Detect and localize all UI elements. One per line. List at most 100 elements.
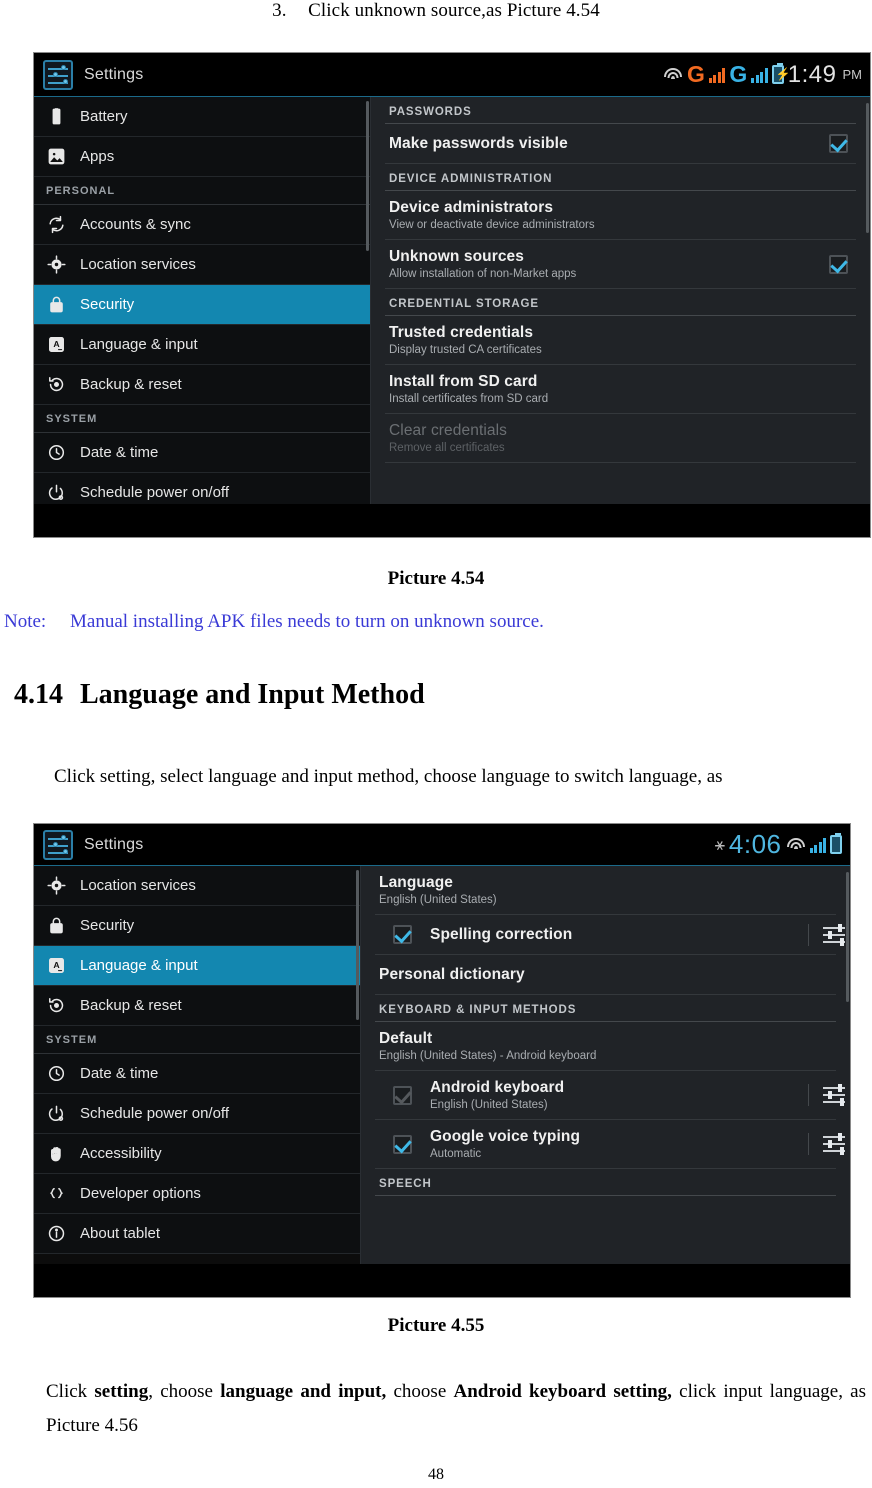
item-texts: Google voice typing Automatic — [430, 1128, 794, 1160]
item-title: Spelling correction — [430, 925, 573, 943]
sidebar-item-backup-reset[interactable]: Backup & reset — [34, 986, 360, 1026]
pane-scrollbar[interactable] — [846, 872, 849, 1002]
android-system-bar — [34, 1264, 850, 1297]
sidebar-item-language-input[interactable]: A Language & input — [34, 946, 360, 986]
app-title: Settings — [84, 65, 144, 83]
pane-section-header: KEYBOARD & INPUT METHODS — [375, 995, 836, 1022]
nav-scrollbar[interactable] — [356, 870, 359, 1020]
item-subtitle: English (United States) — [430, 1099, 548, 1111]
caption-picture-4-54: Picture 4.54 — [387, 568, 485, 589]
sidebar-item-location-services[interactable]: Location services — [34, 245, 370, 285]
settings-nav-list[interactable]: Battery Apps PERSONAL Accounts & sync Locati… — [34, 97, 371, 506]
sidebar-item-security[interactable]: Security — [34, 285, 370, 325]
settings-item-unknown-sources[interactable]: Unknown sources Allow installation of non… — [385, 240, 856, 289]
sidebar-item-backup-reset[interactable]: Backup & reset — [34, 365, 370, 405]
item-texts: Clear credentials Remove all certificates — [389, 422, 854, 454]
item-title: Unknown sources — [389, 248, 524, 265]
sidebar-item-location-services[interactable]: Location services — [34, 866, 360, 906]
checkbox-checked[interactable] — [393, 925, 412, 944]
sidebar-item-accounts-sync[interactable]: Accounts & sync — [34, 205, 370, 245]
step-text: Click unknown source,as Picture 4.54 — [308, 0, 600, 21]
signal-bars-1-icon — [708, 67, 726, 83]
clock-icon — [46, 442, 67, 463]
checkbox-checked[interactable] — [829, 254, 848, 274]
pane-section-header: CREDENTIAL STORAGE — [385, 289, 856, 316]
item-texts: Personal dictionary — [379, 966, 834, 984]
item-settings-sliders-icon[interactable] — [808, 1084, 845, 1106]
sidebar-item-schedule-power-on-off[interactable]: Schedule power on/off — [34, 473, 370, 506]
settings-item-default[interactable]: Default English (United States) - Android… — [375, 1022, 836, 1071]
sidebar-item-label: Language & input — [80, 957, 198, 974]
settings-item-language[interactable]: Language English (United States) — [375, 866, 836, 915]
sidebar-item-battery[interactable]: Battery — [34, 97, 370, 137]
sidebar-item-label: Backup & reset — [80, 376, 182, 393]
item-subtitle: Display trusted CA certificates — [389, 344, 542, 356]
battery-charging-icon: ⚡ — [771, 63, 791, 84]
settings-nav-list[interactable]: Location services Security A Language & inp… — [34, 866, 361, 1266]
item-title: Device administrators — [389, 199, 554, 216]
settings-item-make-passwords-visible[interactable]: Make passwords visible — [385, 124, 856, 164]
language-icon: A — [46, 955, 67, 976]
nav-section-header: PERSONAL — [34, 177, 370, 205]
sidebar-item-accessibility[interactable]: Accessibility — [34, 1134, 360, 1174]
signal-g2-label: G — [729, 61, 748, 87]
android-title-bar: Settings ⚹ 4:06 — [34, 824, 850, 866]
clock-time: 4:06 — [728, 829, 782, 859]
clock-ampm: PM — [842, 67, 863, 82]
p2-part3: choose — [386, 1381, 454, 1402]
sidebar-item-label: Date & time — [80, 1065, 159, 1082]
item-settings-sliders-icon[interactable] — [808, 1133, 845, 1155]
settings-item-google-voice-typing[interactable]: Google voice typing Automatic — [375, 1120, 845, 1169]
item-texts: Spelling correction — [430, 926, 794, 944]
note-line: Note: Manual installing APK files needs t… — [4, 611, 544, 633]
settings-item-personal-dictionary[interactable]: Personal dictionary — [375, 955, 836, 995]
signal-g1-label: G — [687, 61, 705, 87]
sidebar-item-security[interactable]: Security — [34, 906, 360, 946]
step-number: 3. — [272, 0, 287, 21]
sidebar-item-apps[interactable]: Apps — [34, 137, 370, 177]
sidebar-item-label: Accessibility — [80, 1145, 162, 1162]
power-icon — [46, 482, 67, 503]
settings-sliders-icon — [43, 829, 73, 860]
settings-detail-pane: Language English (United States) Spelling … — [361, 866, 850, 1266]
item-settings-sliders-icon[interactable] — [808, 923, 845, 946]
item-title: Install from SD card — [389, 373, 538, 390]
checkbox-checked[interactable] — [393, 1134, 412, 1154]
settings-item-device-administrators[interactable]: Device administrators View or deactivate … — [385, 191, 856, 240]
item-texts: Default English (United States) - Android… — [379, 1030, 834, 1062]
settings-item-trusted-credentials[interactable]: Trusted credentials Display trusted CA ce… — [385, 316, 856, 365]
sidebar-item-label: Location services — [80, 877, 196, 894]
location-icon — [46, 254, 67, 275]
section-number: 4.14 — [14, 679, 63, 710]
battery-icon — [46, 106, 67, 127]
item-title: Android keyboard — [430, 1079, 565, 1096]
lock-icon — [46, 294, 67, 315]
settings-detail-pane: PASSWORDS Make passwords visible DEVICE AD… — [371, 97, 870, 506]
item-title: Language — [379, 874, 454, 891]
checkbox-checked[interactable] — [829, 134, 848, 153]
p2-part1: Click — [46, 1381, 95, 1402]
item-subtitle: Automatic — [430, 1148, 482, 1160]
braces-icon — [46, 1183, 67, 1204]
android-system-bar — [34, 504, 870, 537]
power-icon — [46, 1103, 67, 1124]
sidebar-item-date-time[interactable]: Date & time — [34, 433, 370, 473]
settings-item-spelling-correction[interactable]: Spelling correction — [375, 915, 845, 955]
sidebar-item-about-tablet[interactable]: About tablet — [34, 1214, 360, 1254]
pane-scrollbar[interactable] — [866, 103, 869, 233]
item-title: Clear credentials — [389, 422, 508, 439]
info-icon — [46, 1223, 67, 1244]
sidebar-item-schedule-power-on-off[interactable]: Schedule power on/off — [34, 1094, 360, 1134]
item-texts: Language English (United States) — [379, 874, 834, 906]
settings-item-install-from-sd-card[interactable]: Install from SD card Install certificates… — [385, 365, 856, 414]
sidebar-item-developer-options[interactable]: Developer options — [34, 1174, 360, 1214]
sidebar-item-language-input[interactable]: A Language & input — [34, 325, 370, 365]
sidebar-item-date-time[interactable]: Date & time — [34, 1054, 360, 1094]
p2-part2: , choose — [148, 1381, 221, 1402]
checkbox-unchecked[interactable] — [393, 1085, 412, 1105]
settings-item-android-keyboard[interactable]: Android keyboard English (United States) — [375, 1071, 845, 1120]
settings-body: Location services Security A Language & inp… — [34, 866, 850, 1266]
sidebar-item-label: Date & time — [80, 444, 159, 461]
step-line: 3. Click unknown source,as Picture 4.54 — [0, 0, 872, 22]
nav-scrollbar[interactable] — [366, 101, 369, 251]
